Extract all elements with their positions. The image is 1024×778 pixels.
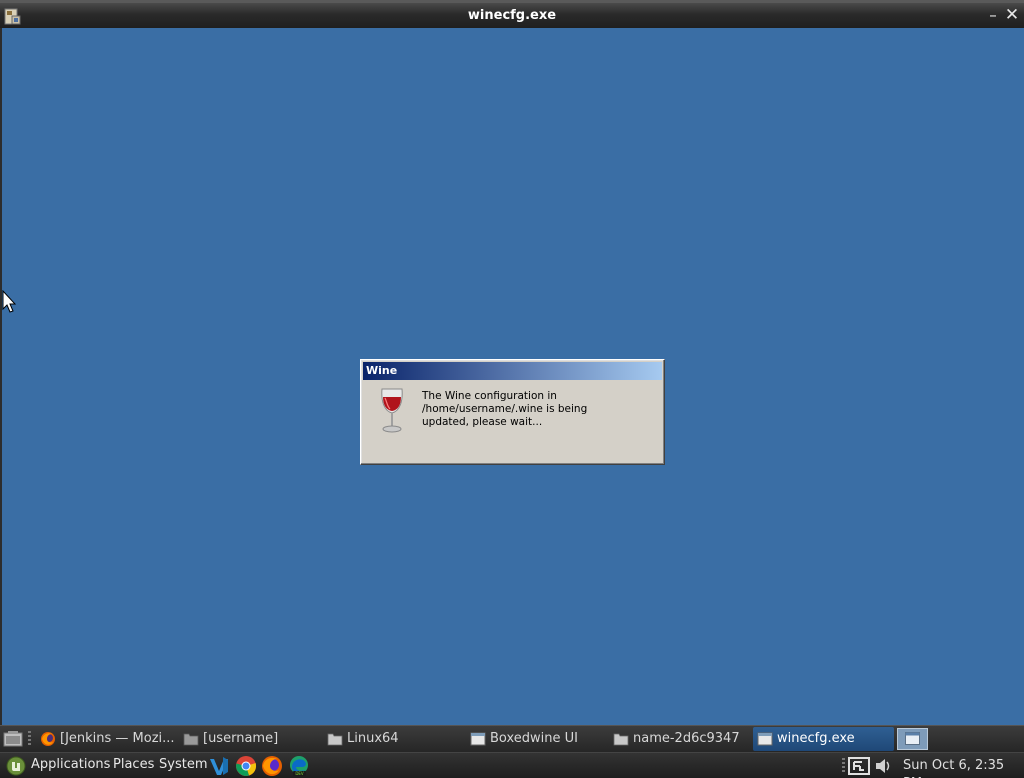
task-jenkins-firefox[interactable]: [Jenkins — Mozi... [36, 727, 176, 751]
edge-dev-icon[interactable]: DEV [288, 755, 310, 777]
window-titlebar[interactable]: winecfg.exe – ✕ [0, 0, 1024, 28]
task-linux64-folder[interactable]: Linux64 [323, 727, 463, 751]
minimize-button[interactable]: – [984, 6, 1002, 24]
panel-grip[interactable] [28, 731, 31, 747]
dialog-message: The Wine configuration in /home/username… [422, 390, 588, 428]
task-label: name-2d6c9347 [633, 731, 740, 746]
window-icon [757, 732, 773, 746]
volume-icon[interactable] [874, 756, 894, 776]
system-menu[interactable]: System [159, 756, 207, 774]
panel-grip[interactable] [842, 758, 845, 774]
wine-glass-icon [381, 388, 403, 433]
task-name-folder[interactable]: name-2d6c9347 [609, 727, 749, 751]
clock[interactable]: Sun Oct 6, 2:35 PM [903, 757, 1024, 778]
workspace-window-icon [905, 732, 920, 745]
task-label: Boxedwine UI [490, 731, 578, 746]
applications-menu[interactable]: Applications [31, 756, 110, 774]
mouse-cursor-icon [2, 290, 16, 313]
folder-icon [183, 733, 199, 746]
menu-panel: Applications Places System DEV Sun Oct 6… [0, 752, 1024, 778]
task-label: Linux64 [347, 731, 399, 746]
show-desktop-icon[interactable] [3, 730, 23, 747]
task-label: winecfg.exe [777, 731, 855, 746]
places-menu[interactable]: Places [113, 756, 154, 774]
network-tray-icon[interactable] [848, 756, 872, 776]
vscode-icon[interactable] [208, 755, 230, 777]
task-boxedwine-ui[interactable]: Boxedwine UI [466, 727, 606, 751]
task-label: [username] [203, 731, 279, 746]
firefox-icon[interactable] [261, 755, 283, 777]
mint-logo-icon[interactable] [6, 756, 26, 776]
dialog-title: Wine [363, 362, 662, 380]
wine-update-dialog: Wine The Wine configuration in /home/use… [360, 359, 665, 465]
chrome-icon[interactable] [235, 755, 257, 777]
window-icon [470, 732, 486, 746]
folder-icon [613, 733, 629, 746]
close-button[interactable]: ✕ [1003, 6, 1021, 24]
window-title: winecfg.exe [467, 8, 557, 23]
folder-icon [327, 733, 343, 746]
task-winecfg[interactable]: winecfg.exe [753, 727, 894, 751]
workspace-switcher[interactable] [897, 728, 928, 750]
svg-text:DEV: DEV [295, 771, 304, 776]
task-username-folder[interactable]: [username] [179, 727, 319, 751]
window-list-panel: [Jenkins — Mozi... [username] Linux64 Bo… [0, 725, 1024, 752]
task-label: [Jenkins — Mozi... [60, 731, 175, 746]
firefox-icon [41, 732, 55, 746]
